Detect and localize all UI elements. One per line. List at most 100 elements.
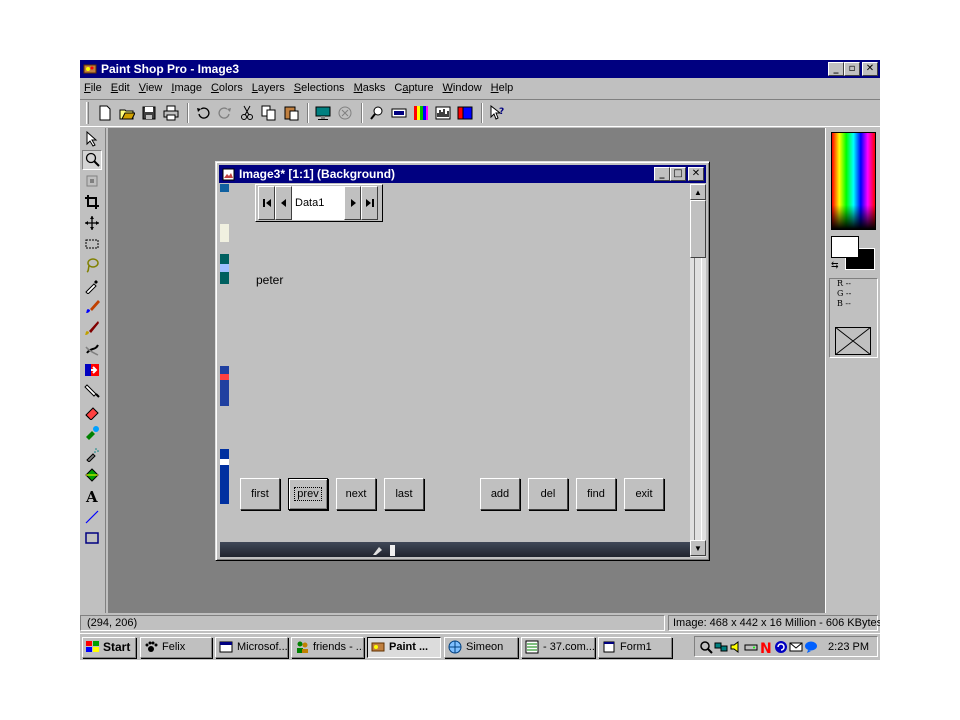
minimize-button[interactable]: _ <box>828 62 844 76</box>
swap-colors-icon[interactable]: ⇆ <box>831 260 839 271</box>
del-button[interactable]: del <box>528 478 568 510</box>
chat-icon[interactable] <box>804 640 818 654</box>
task-form1[interactable]: Form1 <box>598 636 672 658</box>
clone-tool[interactable] <box>82 318 102 338</box>
menu-colors[interactable]: Colors <box>211 82 243 94</box>
task-microsoft[interactable]: Microsof... <box>215 636 288 658</box>
paint-shop-pro-icon <box>83 64 97 74</box>
scroll-up-button[interactable]: ▲ <box>690 184 706 200</box>
scroll-thumb[interactable] <box>690 200 706 258</box>
task-paint-shop-pro[interactable]: Paint ... <box>367 636 441 658</box>
document-title-bar[interactable]: Image3* [1:1] (Background) _ □ ✕ <box>219 165 706 183</box>
exit-button[interactable]: exit <box>624 478 664 510</box>
line-tool[interactable] <box>82 507 102 527</box>
next-button[interactable]: next <box>336 478 376 510</box>
zoom-tool[interactable] <box>82 150 102 170</box>
eraser-tool[interactable] <box>82 402 102 422</box>
network-icon[interactable] <box>714 640 728 654</box>
menu-image[interactable]: Image <box>171 82 202 94</box>
flood-fill-icon <box>85 468 99 482</box>
toggle-toolbar-button[interactable] <box>389 103 409 123</box>
move-previous-button[interactable] <box>275 186 292 220</box>
first-button[interactable]: first <box>240 478 280 510</box>
close-button[interactable]: ✕ <box>862 62 878 76</box>
move-last-button[interactable] <box>361 186 378 220</box>
picture-tube-tool[interactable] <box>82 423 102 443</box>
find-button[interactable]: find <box>576 478 616 510</box>
restore-button[interactable]: ▫ <box>844 62 860 76</box>
layers-icon <box>457 106 473 120</box>
redo-button[interactable] <box>215 103 235 123</box>
menu-window[interactable]: Window <box>443 82 482 94</box>
color-spectrum[interactable] <box>831 132 876 230</box>
browse-button[interactable] <box>335 103 355 123</box>
move-first-button[interactable] <box>258 186 275 220</box>
menu-view[interactable]: View <box>139 82 163 94</box>
context-help-button[interactable]: ? <box>487 103 507 123</box>
dropper-tool[interactable] <box>82 276 102 296</box>
title-bar[interactable]: Paint Shop Pro - Image3 _ ▫ ✕ <box>80 60 880 78</box>
shape-tool[interactable] <box>82 528 102 548</box>
new-button[interactable] <box>95 103 115 123</box>
image-canvas[interactable]: Data1 peter first prev next last add del… <box>220 184 706 557</box>
task-felix[interactable]: Felix <box>140 636 212 658</box>
paintbrush-tool[interactable] <box>82 297 102 317</box>
mover-tool[interactable] <box>82 213 102 233</box>
norton-icon[interactable]: N <box>759 640 773 654</box>
new-icon <box>99 105 111 121</box>
airbrush-tool[interactable] <box>82 444 102 464</box>
document-close-button[interactable]: ✕ <box>688 167 704 181</box>
clock[interactable]: 2:23 PM <box>828 641 869 653</box>
menu-help[interactable]: Help <box>491 82 514 94</box>
layers-button[interactable] <box>455 103 475 123</box>
add-button[interactable]: add <box>480 478 520 510</box>
open-button[interactable] <box>117 103 137 123</box>
cut-button[interactable] <box>237 103 257 123</box>
selection-tool[interactable] <box>82 234 102 254</box>
menu-layers[interactable]: Layers <box>252 82 285 94</box>
vertical-scrollbar[interactable]: ▲ ▼ <box>690 184 706 557</box>
modem-icon[interactable] <box>744 640 758 654</box>
lasso-tool[interactable] <box>82 255 102 275</box>
document-maximize-button[interactable]: □ <box>670 167 686 181</box>
text-tool[interactable]: A <box>82 486 102 506</box>
undo-button[interactable] <box>193 103 213 123</box>
toolbar-grip[interactable] <box>86 102 89 124</box>
menu-file[interactable]: File <box>84 82 102 94</box>
menu-masks[interactable]: Masks <box>354 82 386 94</box>
task-37com[interactable]: - 37.com... <box>521 636 595 658</box>
color-palette-button[interactable] <box>411 103 431 123</box>
scratch-remover-tool[interactable] <box>82 381 102 401</box>
task-simeon[interactable]: Simeon <box>444 636 518 658</box>
histogram-button[interactable] <box>433 103 453 123</box>
color-replacer-tool[interactable] <box>82 339 102 359</box>
paste-button[interactable] <box>281 103 301 123</box>
search-icon[interactable] <box>699 640 713 654</box>
retouch-icon <box>85 364 99 376</box>
crop-tool[interactable] <box>82 192 102 212</box>
foreground-color-swatch[interactable] <box>831 236 859 258</box>
print-button[interactable] <box>161 103 181 123</box>
mail-icon[interactable] <box>789 640 803 654</box>
menu-edit[interactable]: Edit <box>111 82 130 94</box>
prev-button[interactable]: prev <box>288 478 328 510</box>
tool-palette: A <box>80 128 106 613</box>
menu-capture[interactable]: Capture <box>394 82 433 94</box>
save-button[interactable] <box>139 103 159 123</box>
menu-selections[interactable]: Selections <box>294 82 345 94</box>
retouch-tool[interactable] <box>82 360 102 380</box>
arrow-tool[interactable] <box>82 129 102 149</box>
deformation-tool[interactable] <box>82 171 102 191</box>
last-button[interactable]: last <box>384 478 424 510</box>
scroll-down-button[interactable]: ▼ <box>690 540 706 556</box>
full-screen-button[interactable] <box>313 103 333 123</box>
volume-icon[interactable] <box>729 640 743 654</box>
copy-button[interactable] <box>259 103 279 123</box>
move-next-button[interactable] <box>344 186 361 220</box>
start-button[interactable]: Start <box>82 636 136 658</box>
refresh-icon[interactable] <box>774 640 788 654</box>
flood-fill-tool[interactable] <box>82 465 102 485</box>
task-friends[interactable]: friends - ... <box>291 636 364 658</box>
zoom-button[interactable] <box>367 103 387 123</box>
document-minimize-button[interactable]: _ <box>654 167 670 181</box>
